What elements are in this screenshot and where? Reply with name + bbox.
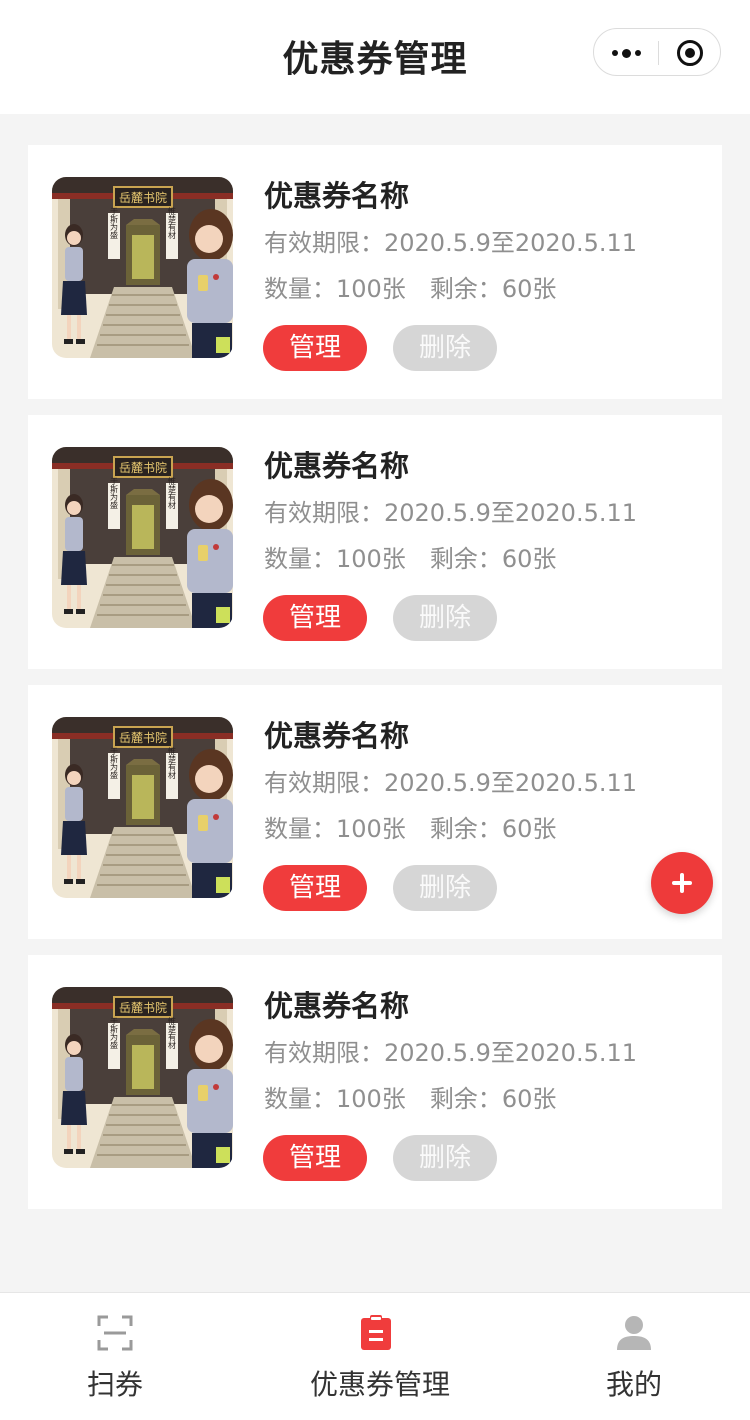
coupon-image: 岳麓书院 于斯为盛 惟楚有材: [52, 447, 233, 628]
remain-value: 60张: [501, 1085, 557, 1113]
svg-text:于斯为盛: 于斯为盛: [110, 207, 119, 239]
svg-text:于斯为盛: 于斯为盛: [110, 477, 119, 509]
remain-label: 剩余：: [429, 815, 502, 843]
coupon-image: 岳麓书院 于斯为盛 惟楚有材: [52, 717, 233, 898]
quantity-label: 数量：: [264, 815, 336, 843]
quantity-value: 100张: [336, 275, 406, 303]
coupon-quantity: 数量：100张 剩余：60张: [264, 539, 556, 574]
svg-text:惟楚有材: 惟楚有材: [168, 1016, 177, 1049]
nav-header: 优惠券管理: [0, 0, 750, 114]
clipboard-icon: [361, 1315, 391, 1350]
svg-text:岳麓书院: 岳麓书院: [119, 461, 167, 475]
delete-button[interactable]: 删除: [393, 325, 497, 371]
tab-mine-label: 我的: [605, 1368, 662, 1401]
svg-text:岳麓书院: 岳麓书院: [119, 191, 167, 205]
quantity-label: 数量：: [264, 545, 336, 573]
remain-value: 60张: [501, 275, 557, 303]
coupon-period: 有效期限：2020.5.9至2020.5.11: [264, 1033, 637, 1068]
coupon-period: 有效期限：2020.5.9至2020.5.11: [264, 223, 637, 258]
period-value: 2020.5.9至2020.5.11: [384, 499, 638, 527]
delete-button[interactable]: 删除: [393, 595, 497, 641]
manage-button[interactable]: 管理: [263, 325, 367, 371]
remain-label: 剩余：: [429, 275, 502, 303]
quantity-value: 100张: [336, 545, 406, 573]
coupon-card: 岳麓书院 于斯为盛 惟楚有材 优惠券名称 有效期限：2020.5.9至2020.…: [28, 145, 722, 399]
svg-text:惟楚有材: 惟楚有材: [168, 476, 177, 509]
coupon-illustration: 岳麓书院 于斯为盛 惟楚有材: [52, 177, 233, 358]
tab-scan-label: 扫券: [86, 1368, 143, 1401]
coupon-quantity: 数量：100张 剩余：60张: [264, 809, 556, 844]
remain-info: 剩余：60张: [430, 815, 557, 843]
coupon-image: 岳麓书院 于斯为盛 惟楚有材: [52, 177, 233, 358]
coupon-illustration: 岳麓书院 于斯为盛 惟楚有材: [52, 717, 233, 898]
svg-text:惟楚有材: 惟楚有材: [168, 206, 177, 239]
coupon-name: 优惠券名称: [264, 989, 410, 1023]
coupon-card: 岳麓书院 于斯为盛 惟楚有材 优惠券名称 有效期限：2020.5.9至2020.…: [28, 955, 722, 1209]
tab-coupon-manage-label: 优惠券管理: [309, 1368, 450, 1401]
period-label: 有效期限：: [264, 769, 384, 797]
delete-button[interactable]: 删除: [393, 865, 497, 911]
svg-text:岳麓书院: 岳麓书院: [119, 731, 167, 745]
add-coupon-button[interactable]: [651, 852, 713, 914]
coupon-illustration: 岳麓书院 于斯为盛 惟楚有材: [52, 987, 233, 1168]
tab-coupon-manage[interactable]: 优惠券管理: [290, 1293, 470, 1420]
coupon-image: 岳麓书院 于斯为盛 惟楚有材: [52, 987, 233, 1168]
more-button[interactable]: [594, 29, 658, 77]
close-button[interactable]: [658, 29, 722, 77]
remain-info: 剩余：60张: [430, 545, 557, 573]
coupon-card: 岳麓书院 于斯为盛 惟楚有材 优惠券名称 有效期限：2020.5.9至2020.…: [28, 685, 722, 939]
manage-button[interactable]: 管理: [263, 1135, 367, 1181]
quantity-value: 100张: [336, 815, 406, 843]
mini-program-capsule: [593, 28, 721, 76]
scan-icon: [97, 1315, 133, 1351]
coupon-name: 优惠券名称: [264, 449, 410, 483]
coupon-illustration: 岳麓书院 于斯为盛 惟楚有材: [52, 447, 233, 628]
coupon-name: 优惠券名称: [264, 179, 410, 213]
period-label: 有效期限：: [264, 499, 384, 527]
remain-label: 剩余：: [429, 1085, 502, 1113]
svg-text:于斯为盛: 于斯为盛: [110, 1017, 119, 1049]
remain-info: 剩余：60张: [430, 275, 557, 303]
period-value: 2020.5.9至2020.5.11: [384, 769, 638, 797]
remain-info: 剩余：60张: [430, 1085, 557, 1113]
manage-button[interactable]: 管理: [263, 595, 367, 641]
coupon-quantity: 数量：100张 剩余：60张: [264, 269, 556, 304]
coupon-quantity: 数量：100张 剩余：60张: [264, 1079, 556, 1114]
manage-button[interactable]: 管理: [263, 865, 367, 911]
tab-bar: 扫券 优惠券管理 我的: [0, 1292, 750, 1420]
period-value: 2020.5.9至2020.5.11: [384, 229, 638, 257]
period-label: 有效期限：: [264, 229, 384, 257]
quantity-label: 数量：: [264, 275, 336, 303]
more-dots-icon: [611, 48, 641, 58]
period-label: 有效期限：: [264, 1039, 384, 1067]
remain-value: 60张: [501, 815, 557, 843]
user-icon: [617, 1316, 651, 1350]
quantity-label: 数量：: [264, 1085, 336, 1113]
period-value: 2020.5.9至2020.5.11: [384, 1039, 638, 1067]
remain-value: 60张: [501, 545, 557, 573]
svg-text:岳麓书院: 岳麓书院: [119, 1001, 167, 1015]
remain-label: 剩余：: [429, 545, 502, 573]
quantity-value: 100张: [336, 1085, 406, 1113]
coupon-period: 有效期限：2020.5.9至2020.5.11: [264, 763, 637, 798]
tab-scan[interactable]: 扫券: [55, 1293, 175, 1420]
coupon-name: 优惠券名称: [264, 719, 410, 753]
delete-button[interactable]: 删除: [393, 1135, 497, 1181]
tab-mine[interactable]: 我的: [574, 1293, 694, 1420]
coupon-period: 有效期限：2020.5.9至2020.5.11: [264, 493, 637, 528]
target-close-icon: [677, 40, 703, 66]
svg-text:惟楚有材: 惟楚有材: [168, 746, 177, 779]
coupon-card: 岳麓书院 于斯为盛 惟楚有材 优惠券名称 有效期限：2020.5.9至2020.…: [28, 415, 722, 669]
svg-text:于斯为盛: 于斯为盛: [110, 747, 119, 779]
